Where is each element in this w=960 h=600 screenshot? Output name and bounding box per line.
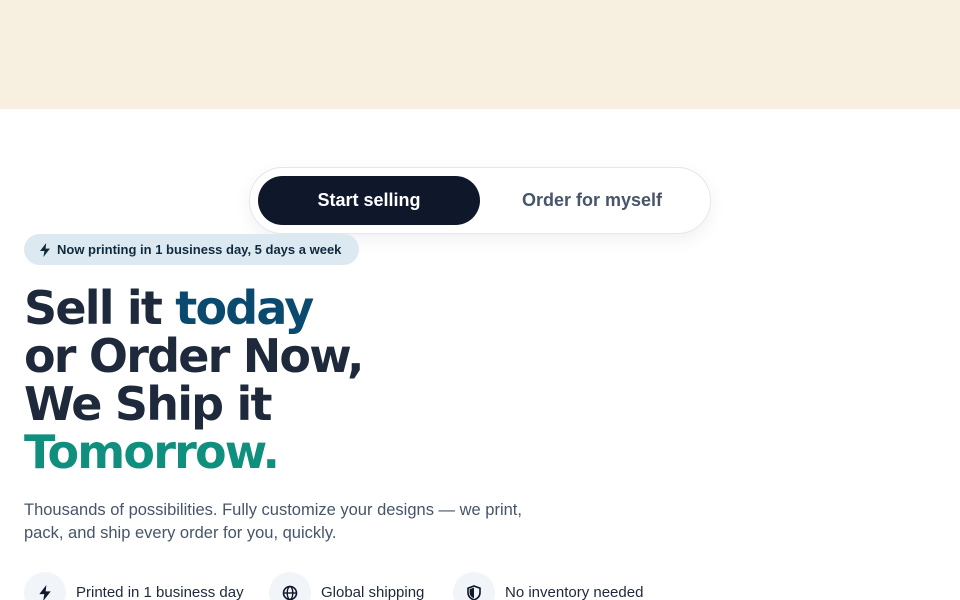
feature-no-inventory: No inventory needed bbox=[453, 572, 643, 600]
headline-line-2: or Order Now, bbox=[24, 329, 364, 383]
start-selling-button[interactable]: Start selling bbox=[258, 176, 480, 225]
top-banner bbox=[0, 0, 960, 109]
hero-subtext: Thousands of possibilities. Fully custom… bbox=[24, 501, 522, 542]
bolt-icon bbox=[39, 585, 51, 600]
feature-printed-fast: Printed in 1 business day bbox=[24, 572, 244, 600]
headline-line-3: We Ship it bbox=[24, 377, 272, 431]
headline-today: today bbox=[175, 281, 314, 335]
feature-icon-circle bbox=[24, 572, 66, 600]
headline-sell-it: Sell it bbox=[24, 281, 176, 335]
feature-label: Global shipping bbox=[321, 584, 425, 600]
feature-label: Printed in 1 business day bbox=[76, 584, 244, 600]
order-for-myself-button[interactable]: Order for myself bbox=[481, 176, 703, 225]
globe-icon bbox=[282, 585, 298, 600]
feature-icon-circle bbox=[269, 572, 311, 600]
printing-badge: Now printing in 1 business day, 5 days a… bbox=[24, 234, 359, 265]
headline-line-1: Sell it today bbox=[24, 284, 624, 332]
badge-text: Now printing in 1 business day, 5 days a… bbox=[57, 242, 342, 257]
hero-headline: Sell it today or Order Now, We Ship it T… bbox=[24, 284, 624, 476]
feature-icon-circle bbox=[453, 572, 495, 600]
mode-toggle: Start selling Order for myself bbox=[249, 167, 711, 234]
bolt-icon bbox=[40, 242, 50, 257]
shield-icon bbox=[467, 585, 481, 600]
headline-line-4: Tomorrow. bbox=[24, 425, 280, 479]
feature-label: No inventory needed bbox=[505, 584, 644, 600]
feature-global-shipping: Global shipping bbox=[269, 572, 424, 600]
